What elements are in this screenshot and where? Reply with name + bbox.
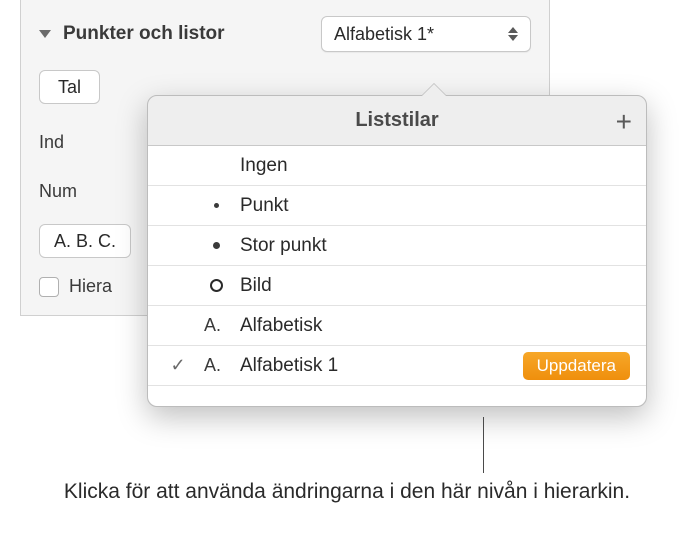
callout-leader-line [483,417,484,473]
hierarchy-label: Hiera [69,276,112,297]
bullets-lists-header: Punkter och listor Alfabetisk 1* [21,0,549,64]
number-format-value: A. B. C. [54,231,116,252]
style-name: Punkt [240,195,630,217]
disclosure-triangle-icon[interactable] [39,30,51,38]
style-name: Ingen [240,155,630,177]
chevron-updown-icon [508,27,518,41]
add-style-button[interactable]: + [616,108,632,136]
list-item[interactable]: ✓ A. Alfabetisk 1 Uppdatera [148,346,646,386]
list-item[interactable]: Stor punkt [148,226,646,266]
popover-title: Liststilar [355,109,438,132]
number-format-popup[interactable]: A. B. C. [39,224,131,258]
alpha-prefix: A. [204,315,228,336]
list-item[interactable]: Punkt [148,186,646,226]
check-column: ✓ [164,355,192,376]
update-button[interactable]: Uppdatera [523,352,630,380]
list-style-popup[interactable]: Alfabetisk 1* [321,16,531,52]
bullet-icon [204,242,228,249]
ind-label: Ind [39,132,64,152]
list-item[interactable] [148,386,646,406]
checkmark-icon: ✓ [170,355,185,376]
bullet-icon [204,203,228,208]
callout-text: Klicka för att använda ändringarna i den… [0,478,694,506]
tal-label: Tal [58,77,81,98]
num-label: Num [39,181,77,201]
style-name: Alfabetisk 1 [240,355,511,377]
popover-header: Liststilar + [148,96,646,146]
section-title: Punkter och listor [63,23,311,45]
style-name: Bild [240,275,630,297]
alpha-prefix: A. [204,355,228,376]
list-style-value: Alfabetisk 1* [334,24,496,45]
tal-popup[interactable]: Tal [39,70,100,104]
list-item[interactable]: Bild [148,266,646,306]
image-bullet-icon [204,279,228,292]
list-styles-popover: Liststilar + Ingen Punkt Stor punkt Bild… [147,95,647,407]
style-name: Alfabetisk [240,315,630,337]
list-item[interactable]: A. Alfabetisk [148,306,646,346]
list-item[interactable]: Ingen [148,146,646,186]
popover-arrow-icon [422,84,446,96]
style-name: Stor punkt [240,235,630,257]
style-list: Ingen Punkt Stor punkt Bild A. Alfabetis… [148,146,646,406]
hierarchy-checkbox[interactable] [39,277,59,297]
